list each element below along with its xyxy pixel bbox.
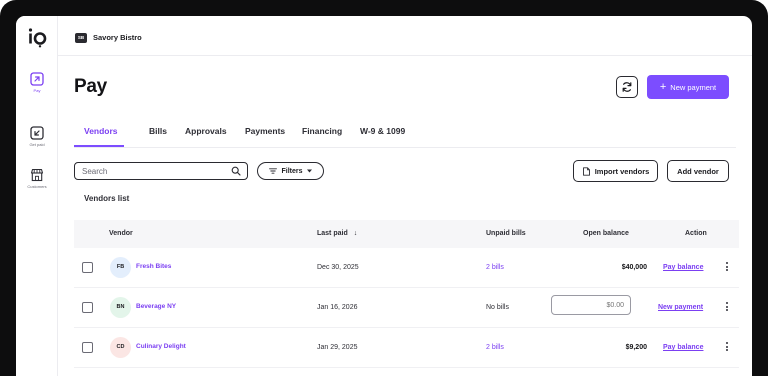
caret-down-icon (306, 169, 312, 173)
table-header: Vendor Last paid ↓ Unpaid bills Open bal… (74, 220, 739, 248)
more-options-icon[interactable] (724, 341, 730, 353)
storefront-icon (30, 168, 44, 182)
tab-bar: Vendors Bills Approvals Payments Financi… (74, 124, 736, 148)
vendor-name-link[interactable]: Beverage NY (136, 303, 176, 310)
filters-label: Filters (281, 167, 303, 175)
vendors-table: Vendor Last paid ↓ Unpaid bills Open bal… (74, 220, 739, 368)
tab-vendors[interactable]: Vendors (84, 126, 118, 136)
pay-balance-link[interactable]: Pay balance (663, 264, 703, 271)
last-paid-date: Dec 30, 2025 (317, 264, 359, 271)
section-title: Vendors list (84, 194, 130, 203)
org-avatar[interactable]: SB (75, 33, 87, 43)
new-payment-label: New payment (670, 82, 717, 92)
page-title: Pay (74, 76, 107, 97)
refresh-icon (622, 82, 632, 92)
unpaid-bills-text: No bills (486, 304, 509, 311)
plus-icon: + (659, 81, 667, 93)
last-paid-date: Jan 29, 2025 (317, 344, 358, 351)
row-checkbox[interactable] (82, 342, 93, 353)
app-logo[interactable] (16, 26, 58, 53)
sidebar-item-label: Customers (27, 184, 47, 189)
device-frame: Pay Get paid Customers SB Savory Bistro … (0, 0, 768, 376)
search-input[interactable] (82, 165, 222, 177)
document-icon (582, 166, 590, 176)
new-payment-button[interactable]: + New payment (647, 75, 729, 99)
arrow-down-left-icon (30, 126, 44, 140)
column-header-vendor[interactable]: Vendor (109, 230, 133, 237)
open-balance-value: $40,000 (621, 264, 647, 271)
app-screen: Pay Get paid Customers SB Savory Bistro … (16, 16, 752, 376)
sidebar: Pay Get paid Customers (16, 16, 58, 376)
org-name[interactable]: Savory Bistro (93, 33, 142, 43)
unpaid-bills-link[interactable]: 2 bills (486, 264, 504, 271)
active-tab-indicator (74, 145, 124, 147)
payment-amount-input[interactable] (551, 295, 631, 315)
sidebar-item-get-paid[interactable]: Get paid (16, 126, 58, 147)
top-bar: SB Savory Bistro (58, 16, 752, 56)
vendor-avatar: FB (110, 257, 131, 278)
column-header-last-paid[interactable]: Last paid ↓ (317, 230, 357, 237)
new-payment-link[interactable]: New payment (658, 304, 703, 311)
open-balance-value: $9,200 (625, 344, 647, 351)
column-header-action: Action (685, 230, 707, 237)
table-row[interactable]: FB Fresh Bites Dec 30, 2025 2 bills $40,… (74, 248, 739, 288)
search-box[interactable] (74, 162, 248, 180)
sync-button[interactable] (616, 76, 638, 98)
vendor-name-link[interactable]: Culinary Delight (136, 343, 186, 350)
search-icon[interactable] (231, 166, 241, 176)
column-header-open-balance[interactable]: Open balance (583, 230, 629, 237)
sidebar-item-pay[interactable]: Pay (16, 72, 58, 93)
vendor-name-link[interactable]: Fresh Bites (136, 263, 171, 270)
import-vendors-label: Import vendors (594, 166, 650, 176)
table-row[interactable]: BN Beverage NY Jan 16, 2026 No bills New… (74, 288, 739, 328)
vendor-avatar: CD (110, 337, 131, 358)
sidebar-item-label: Get paid (29, 142, 45, 147)
tab-w9-1099[interactable]: W-9 & 1099 (360, 126, 405, 136)
import-vendors-button[interactable]: Import vendors (573, 160, 658, 182)
sort-arrow-icon: ↓ (353, 230, 358, 237)
row-checkbox[interactable] (82, 262, 93, 273)
tab-payments[interactable]: Payments (245, 126, 285, 136)
arrow-up-right-icon (30, 72, 44, 86)
filter-icon (269, 168, 278, 174)
column-header-unpaid-bills[interactable]: Unpaid bills (486, 230, 526, 237)
pay-balance-link[interactable]: Pay balance (663, 344, 703, 351)
table-row[interactable]: CD Culinary Delight Jan 29, 2025 2 bills… (74, 328, 739, 368)
column-header-label: Last paid (317, 230, 348, 237)
io-logo-icon (28, 28, 47, 48)
add-vendor-button[interactable]: Add vendor (667, 160, 729, 182)
row-checkbox[interactable] (82, 302, 93, 313)
more-options-icon[interactable] (724, 301, 730, 313)
vendor-avatar: BN (110, 297, 131, 318)
tab-approvals[interactable]: Approvals (185, 126, 227, 136)
sidebar-item-customers[interactable]: Customers (16, 168, 58, 189)
unpaid-bills-link[interactable]: 2 bills (486, 344, 504, 351)
filters-button[interactable]: Filters (257, 162, 324, 180)
sidebar-item-label: Pay (33, 88, 41, 93)
add-vendor-label: Add vendor (677, 166, 719, 176)
more-options-icon[interactable] (724, 261, 730, 273)
tab-bills[interactable]: Bills (149, 126, 167, 136)
tab-financing[interactable]: Financing (302, 126, 342, 136)
last-paid-date: Jan 16, 2026 (317, 304, 358, 311)
